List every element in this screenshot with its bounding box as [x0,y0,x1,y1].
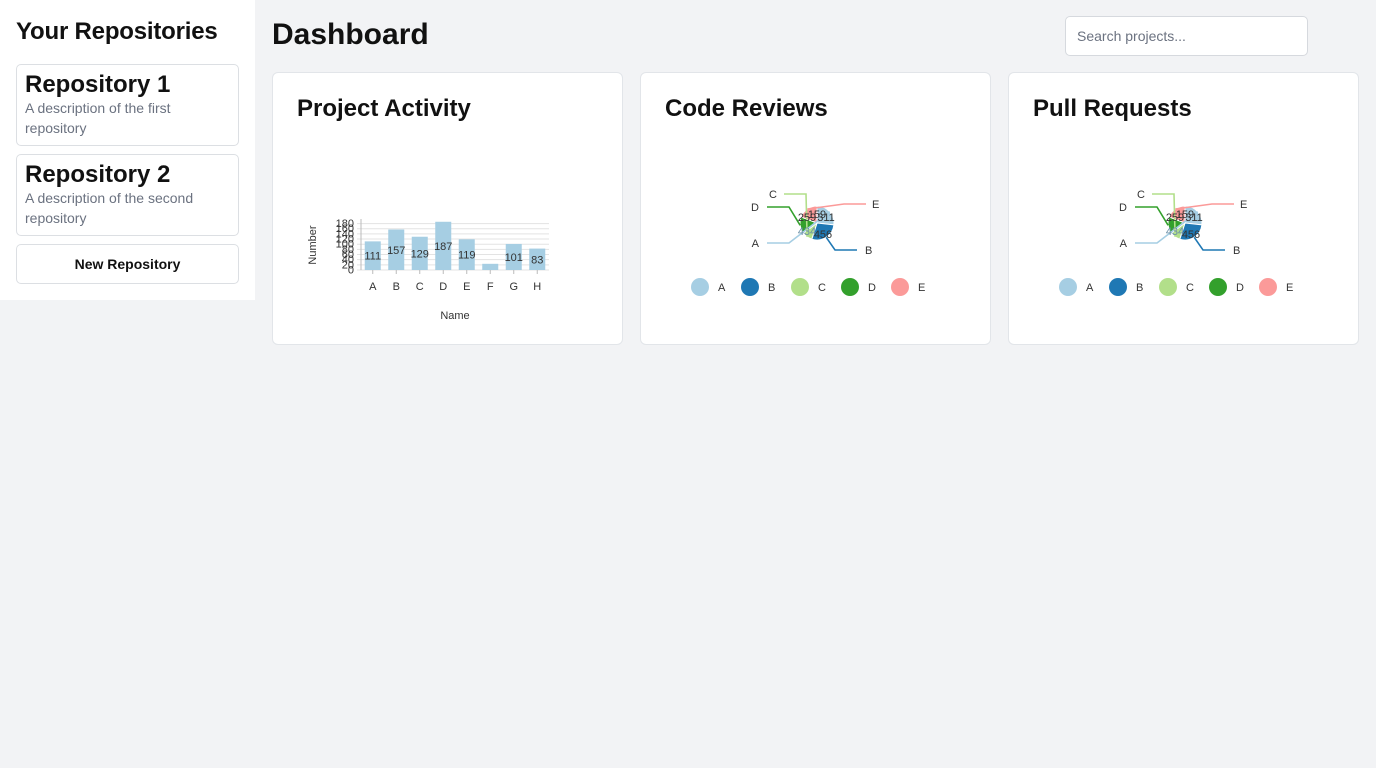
slice-category-label: E [1240,199,1247,211]
slice-category-label: C [1137,189,1145,201]
legend-label: C [818,282,826,294]
legend-swatch [1109,278,1127,296]
leader-line [1135,206,1169,226]
repository-card-1[interactable]: Repository 1 A description of the first … [16,64,239,146]
legend-label: B [1136,282,1143,294]
bar-data-label: 119 [458,250,476,262]
slice-value-label: 311 [817,212,835,224]
repository-description: A description of the first repository [25,100,171,136]
bar-data-label: 111 [364,251,381,263]
repository-description: A description of the second repository [25,190,194,226]
slice-category-label: D [751,202,759,214]
pull-requests-card: Pull Requests A B C D E 434 456 159 259 311 A B C D E [1008,72,1359,345]
code-reviews-chart: ABCD E434456159259 311A B C D E [691,189,925,296]
slice-value-label: 311 [1185,212,1203,224]
slice-value-label: 456 [814,229,832,241]
legend-label: E [918,282,925,294]
slice-category-label: E [872,199,879,211]
legend-swatch [791,278,809,296]
x-tick-label: A [369,281,377,293]
x-tick-label: B [393,281,400,293]
slice-value-label: 456 [1182,229,1200,241]
bar-data-label: 129 [411,248,429,260]
legend-label: D [868,282,876,294]
legend-label: D [1236,282,1244,294]
project-activity-card: Project Activity 0 20 40 60 80 100 120 140 160 18… [272,72,623,345]
legend-swatch [1259,278,1277,296]
bar-data-label: 83 [531,254,543,266]
repository-name: Repository 2 [25,161,171,188]
slice-category-label: A [752,238,760,250]
legend-label: B [768,282,775,294]
x-tick-label: C [416,281,424,293]
x-tick-label: H [533,281,541,293]
code-reviews-card: Code Reviews A B C D E 434 456 159 259 311 A B C D E [640,72,991,345]
x-tick-label: F [487,281,494,293]
search-input[interactable] [1065,16,1308,56]
legend-swatch [1159,278,1177,296]
slice-category-label: B [1233,245,1240,257]
x-tick-label: G [509,281,518,293]
sidebar: Your Repositories Repository 1 A descrip… [0,0,255,300]
legend-swatch [741,278,759,296]
slice-category-label: C [769,189,777,201]
project-activity-chart: 020406080100120140160180111A157B129C187D… [307,218,549,322]
bar-data-label: 157 [387,245,405,257]
leader-line [767,206,801,226]
repository-name: Repository 1 [25,71,171,98]
pull-requests-chart: ABCD E434456159259 311A B C D E [1059,189,1293,296]
legend-label: E [1286,282,1293,294]
slice-category-label: B [865,245,872,257]
legend-swatch [1059,278,1077,296]
sidebar-title: Your Repositories [16,18,218,45]
x-tick-label: D [439,281,447,293]
legend-label: A [1086,282,1094,294]
repository-card-2[interactable]: Repository 2 A description of the second… [16,154,239,236]
new-repository-button[interactable]: New Repository [16,244,239,284]
slice-category-label: D [1119,202,1127,214]
legend-swatch [691,278,709,296]
x-axis-label: Name [440,310,469,322]
legend-swatch [891,278,909,296]
bar [482,263,499,270]
y-tick-label: 180 [336,218,354,230]
legend-swatch [1209,278,1227,296]
legend-label: C [1186,282,1194,294]
bar-data-label: 101 [505,252,523,264]
slice-value-label: 259 [798,212,816,224]
slice-category-label: A [1120,238,1128,250]
legend-swatch [841,278,859,296]
slice-value-label: 259 [1166,212,1184,224]
legend-label: A [718,282,726,294]
y-axis-label: Number [307,225,319,264]
x-tick-label: E [463,281,470,293]
bar-data-label: 187 [434,241,452,253]
page-title: Dashboard [272,18,429,51]
